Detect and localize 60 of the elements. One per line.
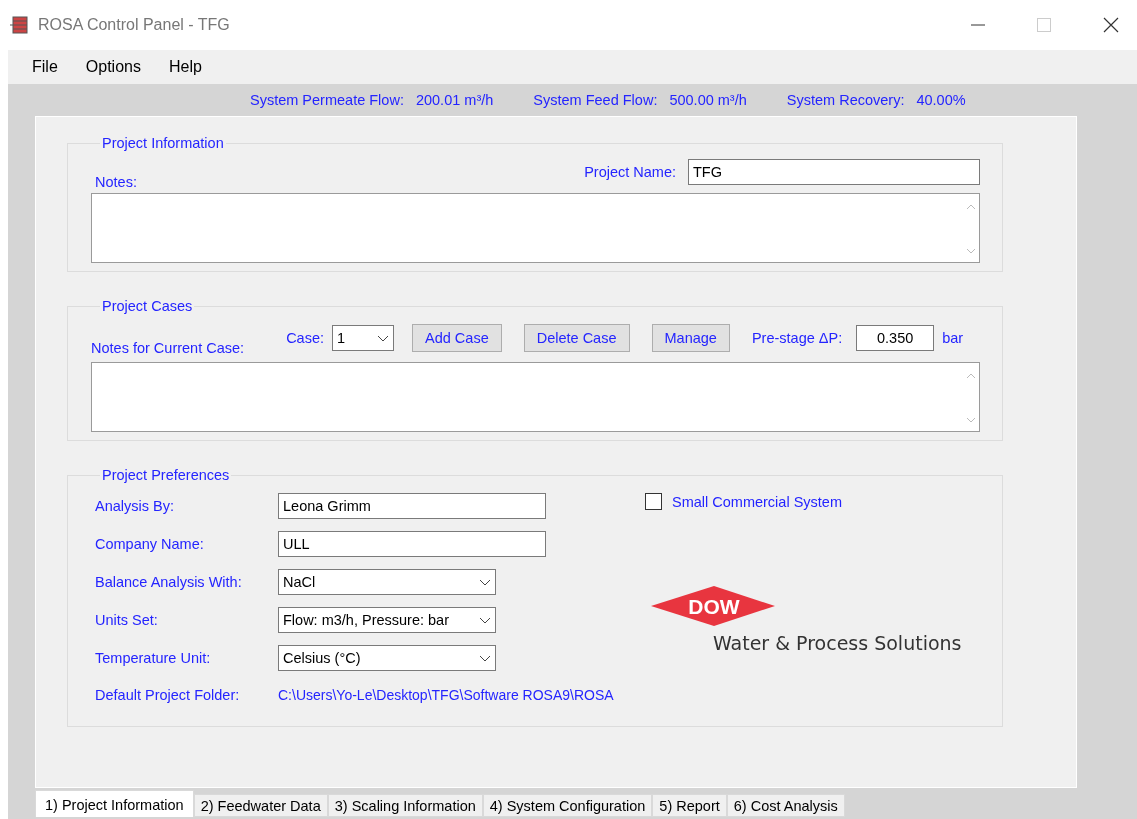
- menu-item[interactable]: Options: [85, 58, 141, 76]
- scroll-down-icon[interactable]: [965, 417, 976, 423]
- chevron-down-icon: [479, 578, 491, 586]
- field-label: Project Name:: [584, 164, 676, 180]
- scroll-down-icon[interactable]: [965, 248, 976, 254]
- field-label: Analysis By:: [95, 498, 175, 514]
- checkbox-label[interactable]: Small Commercial System: [672, 493, 842, 510]
- chevron-down-icon: [479, 654, 491, 662]
- field-label: Units Set:: [95, 612, 159, 628]
- field-label: Default Project Folder:: [95, 687, 241, 703]
- case-button[interactable]: Manage: [651, 324, 730, 352]
- status-label: System Permeate Flow:: [250, 92, 404, 108]
- notes-field[interactable]: [91, 193, 980, 263]
- status-value: 200.01 m³/h: [415, 92, 494, 108]
- group-title: Project Preferences: [101, 467, 231, 483]
- close-icon[interactable]: [1103, 17, 1119, 33]
- field-label: Notes:: [95, 174, 137, 190]
- app-icon: [10, 15, 30, 35]
- menu-item[interactable]: Help: [168, 58, 202, 76]
- tab[interactable]: 6) Cost Analysis: [726, 794, 845, 817]
- case-dropdown[interactable]: 1: [332, 325, 394, 351]
- field-label: Pre-stage ΔP:: [751, 330, 843, 346]
- tab[interactable]: 1) Project Information: [35, 790, 194, 817]
- field-label: Company Name:: [95, 536, 205, 552]
- tab[interactable]: 2) Feedwater Data: [193, 794, 328, 817]
- dropdown[interactable]: Celsius (°C): [278, 645, 496, 671]
- case-notes-field[interactable]: [91, 362, 980, 432]
- logo-tagline: Water & Process Solutions: [713, 632, 962, 654]
- status-value: 500.00 m³/h: [669, 92, 747, 108]
- minimize-icon[interactable]: [971, 24, 985, 26]
- project-name-field[interactable]: TFG: [688, 159, 980, 185]
- unit-label: bar: [942, 330, 964, 346]
- dropdown[interactable]: Flow: m3/h, Pressure: bar: [278, 607, 496, 633]
- field-label: Notes for Current Case:: [91, 340, 245, 356]
- text-field[interactable]: ULL: [278, 531, 546, 557]
- folder-path: C:\Users\Yo-Le\Desktop\TFG\Software ROSA9\ROSA: [278, 687, 615, 703]
- prestage-field[interactable]: 0.350: [856, 325, 935, 351]
- group-title: Project Information: [101, 135, 225, 151]
- scroll-up-icon[interactable]: [965, 373, 976, 379]
- scroll-up-icon[interactable]: [965, 204, 976, 210]
- chevron-down-icon: [377, 334, 389, 342]
- status-label: System Feed Flow:: [533, 92, 658, 108]
- tab[interactable]: 3) Scaling Information: [327, 794, 483, 817]
- field-label: Balance Analysis With:: [95, 574, 243, 590]
- tab[interactable]: 4) System Configuration: [482, 794, 653, 817]
- status-label: System Recovery:: [786, 92, 905, 108]
- menu-item[interactable]: File: [32, 58, 58, 76]
- tab[interactable]: 5) Report: [652, 794, 727, 817]
- status-value: 40.00%: [916, 92, 966, 108]
- case-button[interactable]: Delete Case: [523, 324, 630, 352]
- window-title: ROSA Control Panel - TFG: [38, 16, 230, 34]
- text-field[interactable]: Leona Grimm: [278, 493, 546, 519]
- field-label: Case:: [286, 330, 324, 346]
- field-label: Temperature Unit:: [95, 650, 212, 666]
- chevron-down-icon: [479, 616, 491, 624]
- maximize-icon[interactable]: [1037, 18, 1051, 32]
- group-title: Project Cases: [101, 298, 194, 314]
- checkbox[interactable]: [645, 493, 662, 510]
- dropdown[interactable]: NaCl: [278, 569, 496, 595]
- case-button[interactable]: Add Case: [412, 324, 502, 352]
